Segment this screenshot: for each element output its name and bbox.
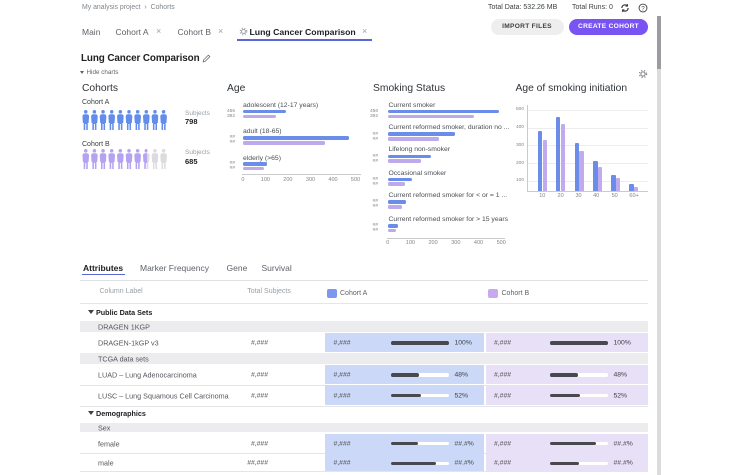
svg-text:?: ? <box>641 5 645 12</box>
